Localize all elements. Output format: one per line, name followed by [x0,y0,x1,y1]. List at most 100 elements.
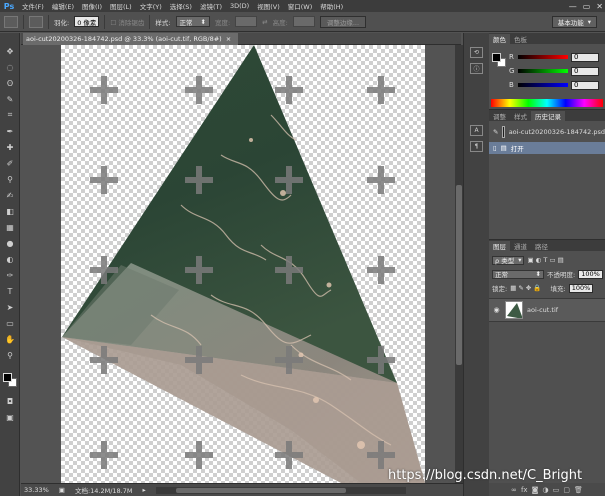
watermark-text: https://blog.csdn.net/C_Bright [388,468,583,483]
minimize-button[interactable]: — [569,2,577,11]
eyedropper-tool-icon[interactable]: ✒ [3,125,17,137]
shape-tool-icon[interactable]: ▭ [3,317,17,329]
refine-edge-button[interactable]: 调整边缘... [319,15,367,28]
menu-file[interactable]: 文件(F) [18,1,48,11]
type-tool-icon[interactable]: T [3,285,17,297]
layer-row[interactable]: ◉ aoi-cut.tif [489,298,605,322]
vertical-scroll-thumb[interactable] [456,185,462,365]
swap-icon[interactable]: ⇄ [262,18,267,26]
fx-icon[interactable]: fx [521,486,528,494]
path-select-tool-icon[interactable]: ➤ [3,301,17,313]
gradient-tool-icon[interactable]: ▦ [3,221,17,233]
tab-color[interactable]: 颜色 [489,34,510,44]
r-input[interactable]: 0 [571,52,599,62]
menu-layer[interactable]: 图层(L) [106,1,136,11]
menu-image[interactable]: 图像(I) [78,1,106,11]
menu-filter[interactable]: 滤镜(T) [196,1,226,11]
b-input[interactable]: 0 [571,80,599,90]
history-brush-tool-icon[interactable]: ✍ [3,189,17,201]
properties-panel-icon[interactable]: ⓘ [470,63,483,74]
hand-tool-icon[interactable]: ✋ [3,333,17,345]
menu-view[interactable]: 视图(V) [253,1,284,11]
menu-select[interactable]: 选择(S) [166,1,196,11]
move-tool-icon[interactable]: ✥ [3,45,17,57]
tab-adjustments[interactable]: 调整 [489,111,510,121]
menu-type[interactable]: 文字(Y) [136,1,166,11]
tab-history[interactable]: 历史记录 [531,111,565,121]
crop-tool-icon[interactable]: ⌗ [3,109,17,121]
selection-mode-icon[interactable] [29,15,43,28]
close-button[interactable]: ✕ [596,2,603,11]
fill-input[interactable]: 100% [568,283,594,293]
g-slider[interactable] [518,69,568,73]
quick-mask-icon[interactable]: ◘ [3,395,17,407]
layer-name[interactable]: aoi-cut.tif [527,306,558,314]
tab-styles[interactable]: 样式 [510,111,531,121]
style-select[interactable]: 正常 ⬍ [175,16,210,27]
mask-icon[interactable]: ◙ [532,486,539,494]
horizontal-scrollbar[interactable] [155,486,406,494]
horizontal-scroll-thumb[interactable] [175,487,346,493]
antialias-checkbox[interactable]: ☐ 消除锯齿 [110,17,144,27]
close-tab-icon[interactable]: × [226,35,231,43]
quick-select-tool-icon[interactable]: ✎ [3,93,17,105]
character-panel-icon[interactable]: A [470,125,483,136]
blend-mode-select[interactable]: 正常 ⬍ [492,269,544,279]
menu-bar: Ps 文件(F) 编辑(E) 图像(I) 图层(L) 文字(Y) 选择(S) 滤… [0,0,605,12]
link-icon[interactable]: ∞ [511,486,517,494]
feather-input[interactable]: 0 像素 [74,16,100,27]
eraser-tool-icon[interactable]: ◧ [3,205,17,217]
trash-icon[interactable]: 🗑 [574,486,583,494]
history-panel: 调整 样式 历史记录 ✎ aoi-cut20200326-184742.psd … [489,109,605,239]
adjustment-icon[interactable]: ◑ [542,486,548,494]
lock-icons[interactable]: ▦ ✎ ✥ 🔒 [510,284,541,292]
paragraph-panel-icon[interactable]: ¶ [470,141,483,152]
vertical-scrollbar[interactable] [455,45,463,483]
marquee-tool-icon[interactable]: ◌ [3,61,17,73]
clone-stamp-tool-icon[interactable]: ⚲ [3,173,17,185]
history-panel-icon[interactable]: ⟲ [470,47,483,58]
antialias-label: 消除锯齿 [118,18,145,27]
filter-icons[interactable]: ▣ ◐ T ▭ ▤ [527,256,563,264]
pen-tool-icon[interactable]: ✑ [3,269,17,281]
menu-window[interactable]: 窗口(W) [284,1,317,11]
width-input[interactable] [235,16,258,27]
folder-icon[interactable]: ▭ [553,486,560,494]
blur-tool-icon[interactable]: ● [3,237,17,249]
lasso-tool-icon[interactable]: ʘ [3,77,17,89]
restore-button[interactable]: ▭ [583,2,591,11]
chevron-down-icon: ▾ [587,18,591,26]
menu-help[interactable]: 帮助(H) [316,1,347,11]
tab-paths[interactable]: 路径 [531,241,552,251]
color-spectrum[interactable] [491,99,603,107]
foreground-color-swatch[interactable] [3,373,12,382]
height-input[interactable] [292,16,315,27]
color-foreground-swatch[interactable] [492,53,501,62]
r-slider[interactable] [518,55,568,59]
healing-tool-icon[interactable]: ✚ [3,141,17,153]
history-snapshot[interactable]: ✎ aoi-cut20200326-184742.psd [489,124,605,140]
tab-layers[interactable]: 图层 [489,241,510,251]
tab-swatches[interactable]: 色板 [510,34,531,44]
brush-tool-icon[interactable]: ✐ [3,157,17,169]
b-slider[interactable] [518,83,568,87]
g-input[interactable]: 0 [571,66,599,76]
dodge-tool-icon[interactable]: ◐ [3,253,17,265]
workspace-button[interactable]: 基本功能 ▾ [551,16,597,28]
opacity-input[interactable]: 100% [578,269,603,279]
canvas-area[interactable] [21,45,455,483]
history-item-open[interactable]: ▯ ▤ 打开 [489,142,605,154]
status-menu-arrow-icon[interactable]: ▸ [143,486,146,494]
screen-mode-icon[interactable]: ▣ [3,411,17,423]
document-tab[interactable]: aoi-cut20200326-184742.psd @ 33.3% (aoi-… [23,33,238,45]
document-canvas[interactable] [61,45,425,483]
layer-kind-select[interactable]: ρ 类型 ▾ [492,255,525,265]
tool-preset-icon[interactable] [4,15,18,28]
zoom-level[interactable]: 33.33% [24,486,49,494]
zoom-tool-icon[interactable]: ⚲ [3,349,17,361]
eye-icon[interactable]: ◉ [492,306,501,315]
menu-3d[interactable]: 3D(D) [226,2,253,10]
tab-channels[interactable]: 通道 [510,241,531,251]
new-layer-icon[interactable]: ▢ [563,486,570,494]
menu-edit[interactable]: 编辑(E) [48,1,78,11]
